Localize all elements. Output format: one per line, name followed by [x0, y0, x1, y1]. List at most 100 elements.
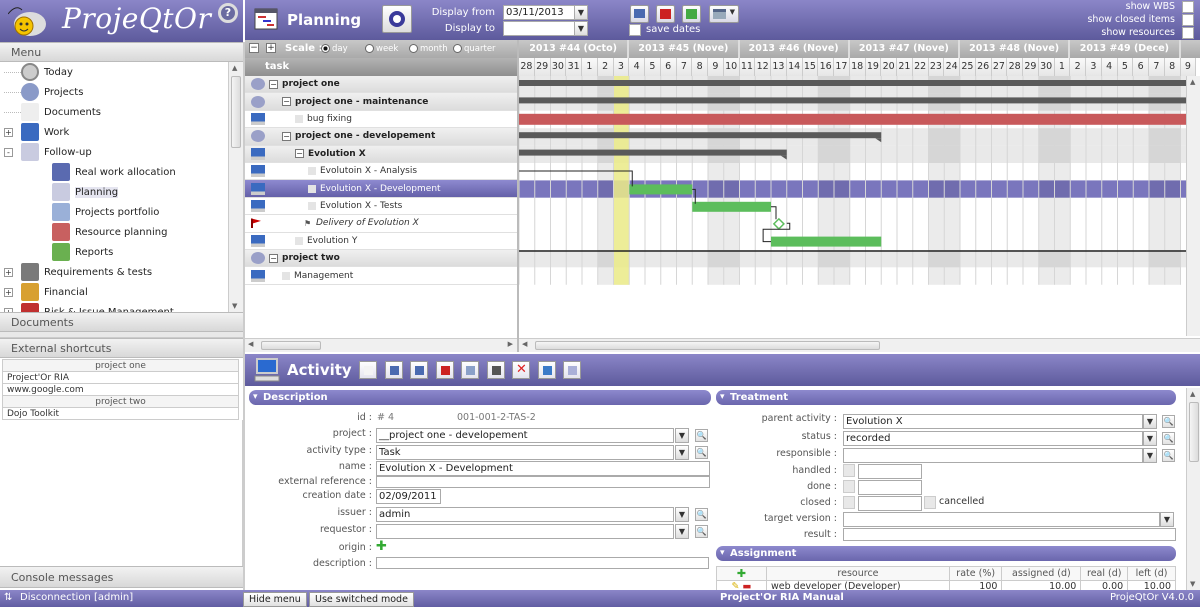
issuer-search-button[interactable]: 🔍	[695, 508, 708, 521]
scroll-up-icon[interactable]: ▲	[1190, 390, 1195, 398]
collapse-icon[interactable]: −	[282, 131, 291, 141]
task-row[interactable]: − Evolution X	[245, 145, 517, 163]
scale-radio-month[interactable]	[409, 44, 418, 53]
requestor-search-button[interactable]: 🔍	[695, 525, 708, 538]
shortcut-link[interactable]: www.google.com	[2, 383, 239, 396]
save-button[interactable]	[384, 361, 403, 379]
scroll-down-icon[interactable]: ▼	[232, 302, 237, 310]
show-resources-checkbox[interactable]	[1182, 27, 1194, 39]
scroll-left-icon[interactable]: ◀	[522, 340, 527, 348]
scroll-left-icon[interactable]: ◀	[248, 340, 253, 348]
shortcut-link[interactable]: Project'Or RIA	[2, 371, 239, 384]
target-version-select[interactable]	[843, 512, 1160, 527]
assignment-section-header[interactable]: Assignment	[716, 546, 1176, 561]
description-section-header[interactable]: Description	[249, 390, 711, 405]
scroll-down-icon[interactable]: ▼	[1190, 580, 1195, 588]
task-column-header[interactable]: task	[245, 58, 517, 76]
expand-icon[interactable]: +	[4, 287, 13, 297]
menu-item-real-work-allocation[interactable]: Real work allocation	[52, 162, 176, 182]
menu-item-work[interactable]: + Work	[4, 122, 69, 142]
task-row[interactable]: bug fixing	[245, 111, 517, 129]
collapse-icon[interactable]: −	[282, 97, 291, 107]
scale-radio-day[interactable]	[321, 44, 330, 53]
mail-button[interactable]	[563, 361, 581, 379]
edit-icon[interactable]: ✎	[732, 581, 740, 590]
copy-button[interactable]	[461, 361, 479, 379]
print-button[interactable]	[630, 5, 649, 23]
menu-item-requirements-tests[interactable]: + Requirements & tests	[4, 262, 152, 282]
detail-scrollbar[interactable]: ▲ ▼	[1186, 388, 1200, 590]
issuer-select[interactable]: admin	[376, 507, 674, 522]
project-select[interactable]: __project one - developement	[376, 428, 674, 443]
scroll-up-icon[interactable]: ▲	[232, 64, 237, 72]
collapse-icon[interactable]: −	[269, 79, 278, 89]
scale-radio-quarter[interactable]	[453, 44, 462, 53]
new-button[interactable]	[359, 361, 377, 379]
pdf-button[interactable]	[656, 5, 675, 23]
menu-item-planning[interactable]: Planning	[52, 182, 119, 202]
task-list-scroll-thumb[interactable]	[261, 341, 321, 350]
add-origin-button[interactable]: ✚	[376, 539, 387, 554]
creation-date-input[interactable]: 02/09/2011	[376, 489, 441, 504]
task-row[interactable]: ⚑ Delivery of Evolution X	[245, 215, 517, 233]
parent-activity-dropdown[interactable]: ▼	[1143, 414, 1157, 429]
issuer-dropdown[interactable]: ▼	[675, 507, 689, 522]
detail-scroll-thumb[interactable]	[1189, 402, 1199, 462]
task-row[interactable]: − project two	[245, 250, 517, 268]
task-list-horizontal-scrollbar[interactable]: ◀ ▶	[245, 338, 517, 352]
print-button[interactable]	[410, 361, 428, 379]
show-closed-checkbox[interactable]	[1182, 14, 1194, 26]
menu-header[interactable]: Menu	[0, 42, 243, 62]
project-dropdown[interactable]: ▼	[675, 428, 689, 443]
task-row[interactable]: − project one	[245, 76, 517, 94]
disconnect-link[interactable]: Disconnection [admin]	[20, 592, 133, 603]
requestor-dropdown[interactable]: ▼	[675, 524, 689, 539]
export-project-button[interactable]	[682, 5, 701, 23]
description-input[interactable]	[376, 557, 709, 569]
external-reference-input[interactable]	[376, 476, 710, 488]
collapse-icon[interactable]: −	[295, 149, 304, 159]
menu-item-documents[interactable]: Documents	[4, 102, 101, 122]
menu-scrollbar[interactable]: ▲ ▼	[228, 62, 243, 312]
name-input[interactable]: Evolution X - Development	[376, 461, 710, 476]
status-search-button[interactable]: 🔍	[1162, 432, 1175, 445]
gantt-scroll-thumb[interactable]	[535, 341, 880, 350]
scale-radio-week[interactable]	[365, 44, 374, 53]
hide-menu-button[interactable]: Hide menu	[243, 592, 307, 607]
closed-checkbox[interactable]	[843, 496, 855, 509]
menu-item-projects[interactable]: Projects	[4, 82, 83, 102]
treatment-section-header[interactable]: Treatment	[716, 390, 1176, 405]
display-from-dropdown[interactable]: ▼	[574, 5, 588, 20]
done-date-input[interactable]	[858, 480, 922, 495]
shortcut-link[interactable]: Dojo Toolkit	[2, 407, 239, 420]
task-row[interactable]: − project one - maintenance	[245, 93, 517, 111]
display-to-input[interactable]	[503, 21, 575, 36]
help-button[interactable]: ?	[218, 3, 238, 23]
cancelled-checkbox[interactable]	[924, 496, 936, 509]
activity-type-select[interactable]: Task	[376, 445, 674, 460]
gantt-horizontal-scrollbar[interactable]: ◀	[519, 338, 1200, 352]
responsible-search-button[interactable]: 🔍	[1162, 449, 1175, 462]
expand-icon[interactable]: +	[4, 127, 13, 137]
scroll-up-icon[interactable]: ▲	[1190, 78, 1195, 86]
add-assignment-button[interactable]: ✚	[716, 566, 767, 581]
columns-selector-button[interactable]: ▼	[709, 5, 739, 23]
task-row[interactable]: − project one - developement	[245, 128, 517, 146]
display-from-input[interactable]: 03/11/2013	[503, 5, 575, 20]
menu-item-reports[interactable]: Reports	[52, 242, 113, 262]
task-row[interactable]: Evolution Y	[245, 233, 517, 250]
status-dropdown[interactable]: ▼	[1143, 431, 1157, 446]
project-search-button[interactable]: 🔍	[695, 429, 708, 442]
collapse-icon[interactable]: -	[4, 147, 13, 157]
menu-scroll-thumb[interactable]	[231, 76, 241, 148]
manual-link[interactable]: Project'Or RIA Manual	[720, 592, 844, 603]
task-row[interactable]: Evolutoin X - Analysis	[245, 163, 517, 181]
collapse-icon[interactable]: −	[269, 253, 278, 263]
activity-type-search-button[interactable]: 🔍	[695, 446, 708, 459]
gantt-vertical-scrollbar[interactable]: ▲	[1186, 76, 1200, 336]
expand-all-button[interactable]: +	[266, 43, 276, 53]
documents-pane-header[interactable]: Documents	[0, 312, 243, 332]
save-dates-checkbox[interactable]	[629, 24, 641, 36]
menu-item-follow-up[interactable]: - Follow-up	[4, 142, 92, 162]
assignment-row[interactable]: ✎ ▬ web developer (Developer) 100 10.00 0.00…	[716, 580, 1176, 590]
